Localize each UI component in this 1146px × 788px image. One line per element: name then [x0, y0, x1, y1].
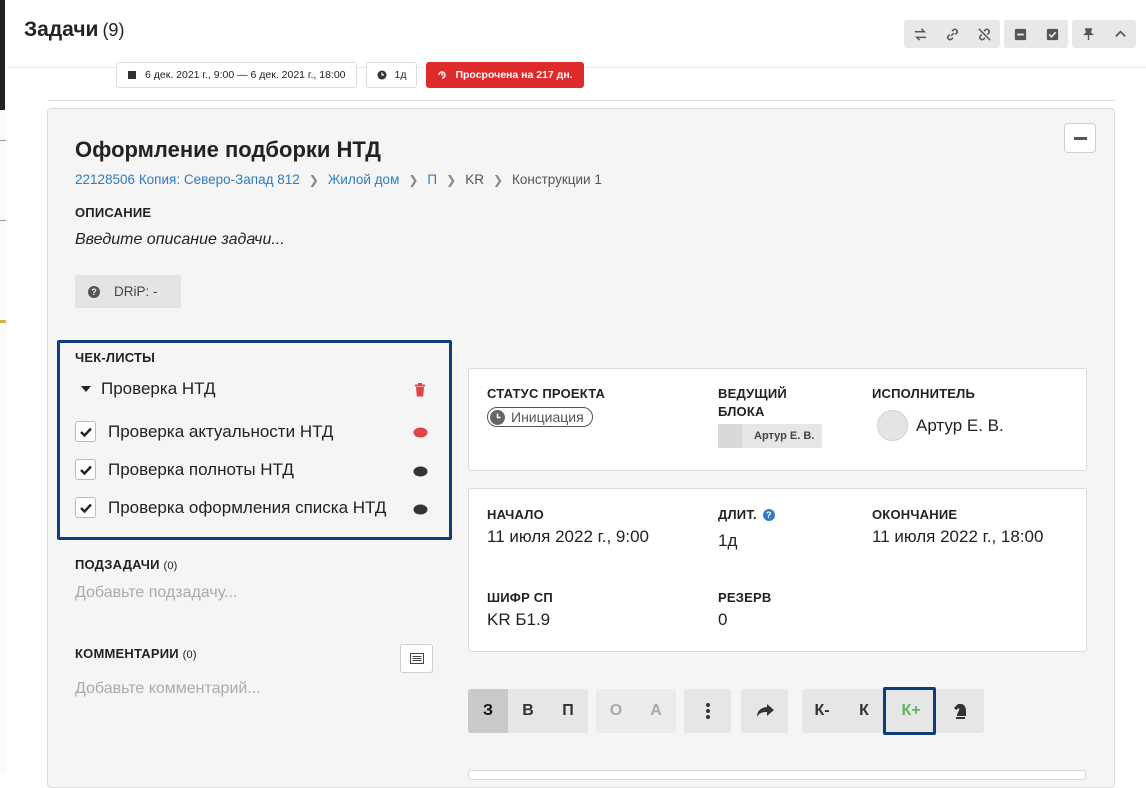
header-toolbar: [904, 20, 1136, 48]
help-icon[interactable]: ?: [762, 509, 775, 521]
description-input[interactable]: Введите описание задачи...: [75, 231, 285, 249]
status-badge: Инициация: [487, 407, 593, 427]
calendar-icon: [128, 71, 136, 79]
chess-knight-icon[interactable]: [936, 689, 984, 733]
left-edge-strip: [0, 0, 6, 774]
overdue-badge: Просрочена на 217 дн.: [426, 62, 584, 88]
subtasks-label: ПОДЗАДАЧИ (0): [75, 557, 178, 572]
priority-button-group: З В П: [468, 689, 588, 733]
checklists-label: ЧЕК-ЛИСТЫ: [75, 350, 156, 365]
description-label: ОПИСАНИЕ: [75, 205, 152, 220]
chevron-right-icon: ❯: [492, 172, 504, 187]
status-label: СТАТУС ПРОЕКТА: [487, 386, 606, 401]
k-button[interactable]: К: [842, 689, 886, 733]
avatar: [877, 410, 908, 441]
lead-label: ВЕДУЩИЙ БЛОКА: [718, 386, 787, 419]
more-vertical-icon[interactable]: [684, 689, 731, 733]
chevron-right-icon: ❯: [408, 172, 419, 187]
minus-icon: [1073, 136, 1087, 140]
end-value[interactable]: 11 июля 2022 г., 18:00: [872, 527, 1043, 547]
duration-label: ДЛИТ.?: [718, 506, 775, 524]
share-button-group: [741, 689, 788, 733]
unlink-icon[interactable]: [968, 20, 1000, 48]
breadcrumb-building[interactable]: Жилой дом: [328, 172, 400, 187]
chevron-up-icon[interactable]: [1104, 20, 1136, 48]
history-icon: [438, 71, 447, 79]
oa-button-group: О А: [596, 689, 676, 733]
chevron-right-icon: ❯: [446, 172, 457, 187]
executor-value[interactable]: Артур Е. В.: [916, 416, 1004, 436]
o-button[interactable]: О: [596, 689, 636, 733]
a-button[interactable]: А: [636, 689, 676, 733]
share-arrow-icon[interactable]: [741, 689, 788, 733]
tasks-header: Задачи (9): [8, 0, 1146, 68]
caret-down-icon: [81, 386, 91, 392]
check-icon: [79, 427, 92, 437]
task-meta-chips: 6 дек. 2021 г., 9:00 — 6 дек. 2021 г., 1…: [116, 62, 584, 88]
check-square-icon[interactable]: [1036, 20, 1068, 48]
checkbox[interactable]: [75, 459, 96, 480]
comments-label: КОММЕНТАРИИ (0): [75, 646, 197, 661]
trash-icon[interactable]: [414, 383, 426, 397]
list-icon: [409, 653, 424, 664]
end-label: ОКОНЧАНИЕ: [872, 507, 958, 522]
chevron-right-icon: ❯: [308, 172, 319, 187]
reserve-label: РЕЗЕРВ: [718, 590, 772, 605]
k-plus-highlight: [883, 687, 936, 735]
k-minus-button[interactable]: К-: [802, 689, 842, 733]
breadcrumb-section: KR: [465, 172, 484, 187]
checkbox[interactable]: [75, 497, 96, 518]
checklist-item: Проверка актуальности НТД: [75, 421, 333, 442]
more-button-group: [684, 689, 731, 733]
link-icon[interactable]: [936, 20, 968, 48]
question-icon: ?: [88, 285, 100, 298]
comment-icon[interactable]: [413, 504, 428, 516]
minimize-icon[interactable]: [1004, 20, 1036, 48]
pin-icon[interactable]: [1072, 20, 1104, 48]
checklist-item: Проверка оформления списка НТД: [75, 497, 386, 518]
swap-icon[interactable]: [904, 20, 936, 48]
task-count: (9): [102, 20, 125, 40]
comment-input[interactable]: Добавьте комментарий...: [75, 680, 261, 698]
start-label: НАЧАЛО: [487, 507, 544, 522]
checklist-group-toggle[interactable]: Проверка НТД: [81, 379, 215, 399]
avatar: [718, 424, 742, 448]
next-card-edge: [468, 770, 1086, 780]
p-button[interactable]: П: [548, 689, 588, 733]
divider: [48, 100, 1116, 101]
clock-icon: [490, 409, 505, 425]
checklist-item: Проверка полноты НТД: [75, 459, 294, 480]
z-button[interactable]: З: [468, 689, 508, 733]
checklist-group-name: Проверка НТД: [101, 379, 216, 398]
check-icon: [79, 465, 92, 475]
executor-label: ИСПОЛНИТЕЛЬ: [872, 386, 975, 401]
check-icon: [79, 503, 92, 513]
breadcrumb: 22128506 Копия: Северо-Запад 812 ❯ Жилой…: [75, 172, 602, 187]
clock-icon: [377, 70, 386, 80]
collapse-button[interactable]: [1064, 123, 1096, 153]
comment-icon[interactable]: [413, 466, 428, 478]
cipher-label: ШИФР СП: [487, 590, 553, 605]
comments-view-button[interactable]: [400, 644, 433, 673]
page-title: Задачи (9): [24, 18, 125, 41]
lead-user-chip[interactable]: Артур Е. В.: [718, 424, 822, 448]
comment-icon[interactable]: [413, 427, 428, 439]
drip-badge[interactable]: ? DRiP: -: [75, 275, 181, 308]
date-range-chip: 6 дек. 2021 г., 9:00 — 6 дек. 2021 г., 1…: [116, 62, 357, 88]
breadcrumb-stage[interactable]: П: [427, 172, 437, 187]
start-value[interactable]: 11 июля 2022 г., 9:00: [487, 527, 649, 547]
breadcrumb-current: Конструкции 1: [512, 172, 602, 187]
duration-chip: 1д: [365, 62, 418, 88]
reserve-value[interactable]: 0: [718, 610, 727, 630]
v-button[interactable]: В: [508, 689, 548, 733]
breadcrumb-project[interactable]: 22128506 Копия: Северо-Запад 812: [75, 172, 300, 187]
task-title: Оформление подборки НТД: [75, 137, 381, 162]
subtask-input[interactable]: Добавьте подзадачу...: [75, 584, 237, 602]
checkbox[interactable]: [75, 421, 96, 442]
duration-value[interactable]: 1д: [718, 531, 737, 551]
cipher-value[interactable]: KR Б1.9: [487, 610, 550, 630]
schedule-card: [468, 488, 1087, 652]
